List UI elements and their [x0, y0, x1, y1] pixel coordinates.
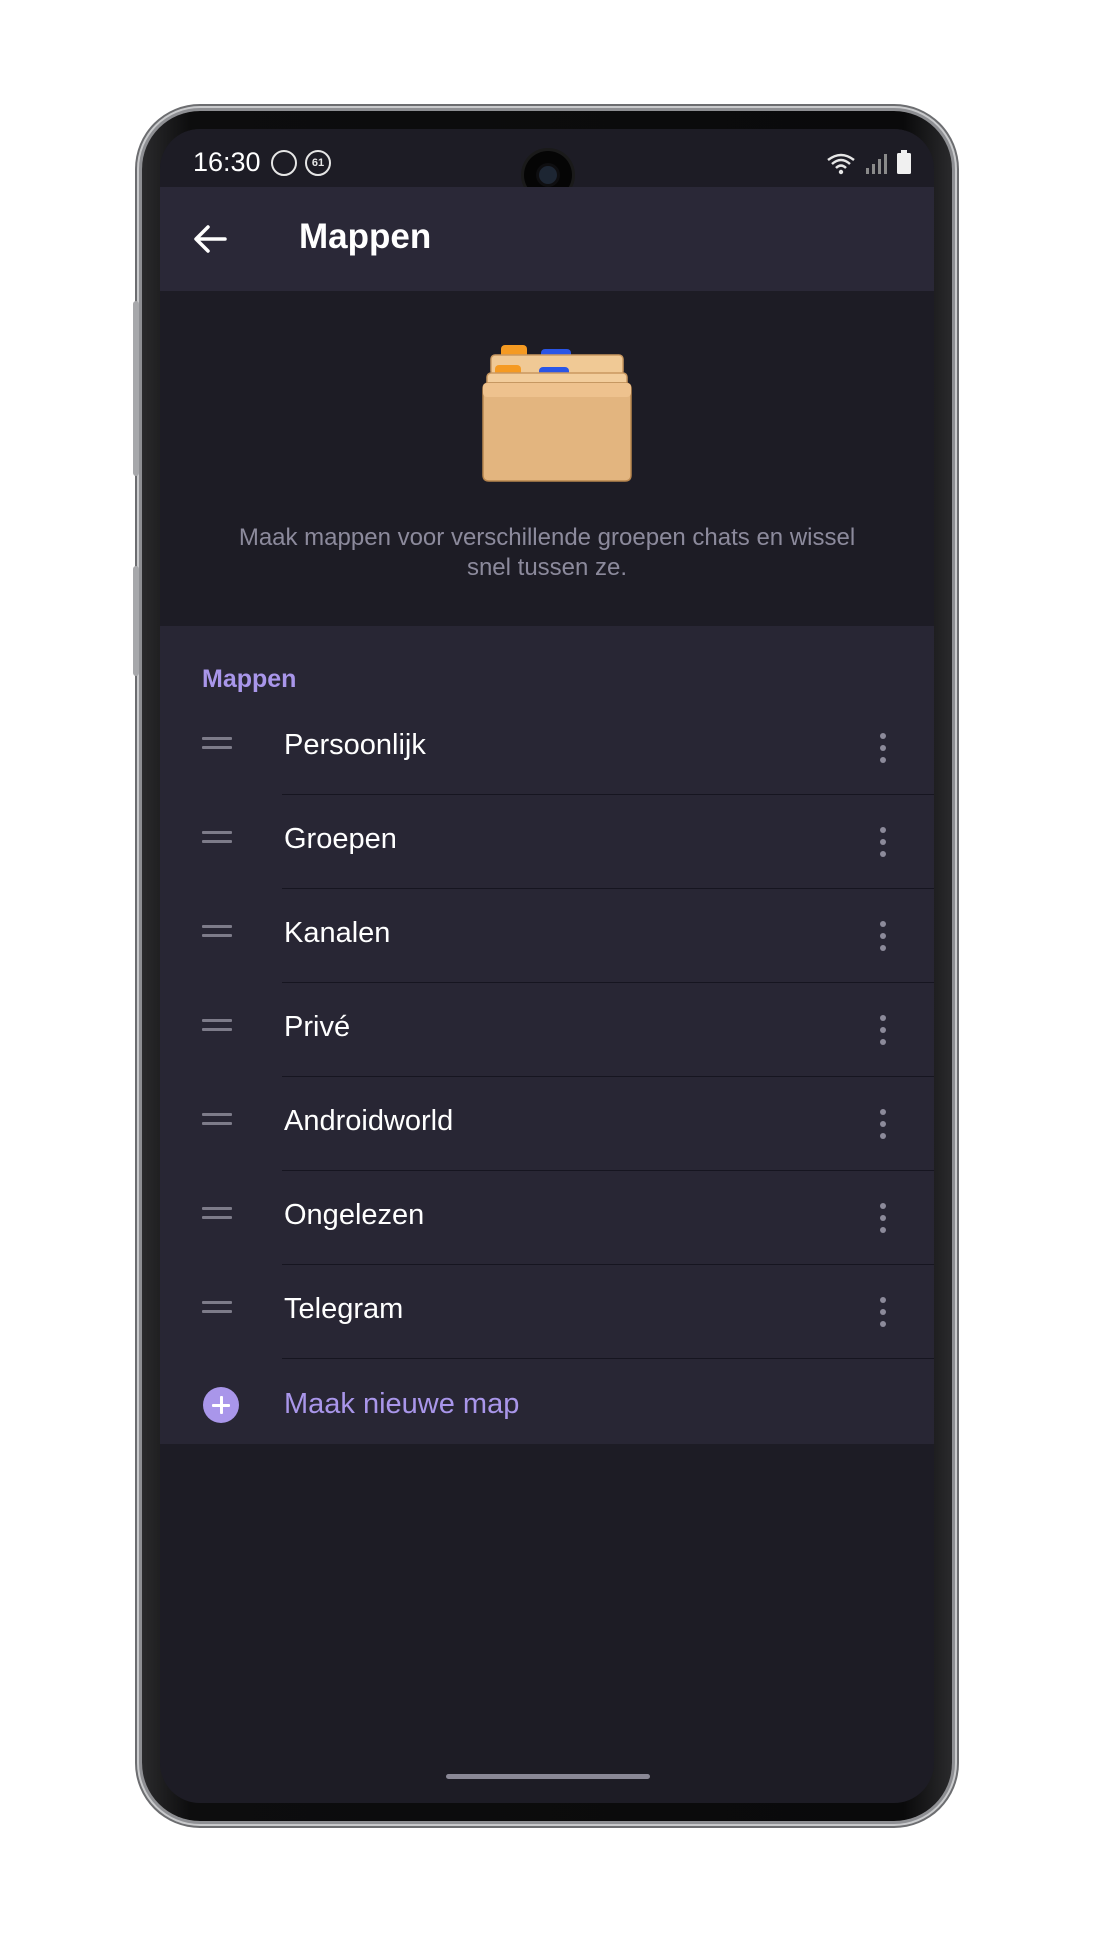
folder-item[interactable]: Privé — [160, 983, 934, 1077]
folder-list: Persoonlijk Groepen Kanalen Privé Androi… — [160, 701, 934, 1453]
status-time: 16:30 — [193, 147, 261, 177]
more-vertical-icon[interactable] — [877, 1195, 889, 1241]
sync-icon — [271, 150, 297, 176]
more-vertical-icon[interactable] — [877, 819, 889, 865]
plus-circle-icon — [203, 1387, 239, 1423]
drag-handle-icon[interactable] — [202, 1019, 232, 1041]
folder-item[interactable]: Telegram — [160, 1265, 934, 1359]
folders-description: Maak mappen voor verschillende groepen c… — [238, 524, 856, 581]
drag-handle-icon[interactable] — [202, 831, 232, 853]
battery-icon — [897, 150, 911, 174]
app-bar: Mappen — [160, 187, 934, 291]
create-folder-label: Maak nieuwe map — [284, 1388, 520, 1420]
arrow-left-icon — [194, 225, 227, 253]
folder-item[interactable]: Ongelezen — [160, 1171, 934, 1265]
drag-handle-icon[interactable] — [202, 737, 232, 759]
folder-name: Androidworld — [284, 1105, 454, 1137]
folder-name: Persoonlijk — [284, 729, 426, 761]
more-vertical-icon[interactable] — [877, 1007, 889, 1053]
folder-name: Privé — [284, 1011, 351, 1043]
drag-handle-icon[interactable] — [202, 1113, 232, 1135]
folder-name: Groepen — [284, 823, 397, 855]
drag-handle-icon[interactable] — [202, 1207, 232, 1229]
more-vertical-icon[interactable] — [877, 725, 889, 771]
notification-badge-icon: 61 — [305, 150, 331, 176]
folders-section: Mappen Persoonlijk Groepen Kanalen Privé… — [160, 626, 934, 1444]
more-vertical-icon[interactable] — [877, 1101, 889, 1147]
file-folders-icon — [482, 345, 632, 482]
folder-name: Ongelezen — [284, 1199, 425, 1231]
more-vertical-icon[interactable] — [877, 913, 889, 959]
folder-name: Kanalen — [284, 917, 391, 949]
folder-item[interactable]: Persoonlijk — [160, 701, 934, 795]
status-icons — [826, 149, 912, 175]
folder-item[interactable]: Kanalen — [160, 889, 934, 983]
folders-intro: Maak mappen voor verschillende groepen c… — [160, 291, 934, 626]
drag-handle-icon[interactable] — [202, 1301, 232, 1323]
signal-icon — [866, 154, 887, 174]
folder-name: Telegram — [284, 1293, 404, 1325]
phone-screen: 16:30 61 Mappen Maak mappen voor verschi… — [160, 129, 934, 1803]
more-vertical-icon[interactable] — [877, 1289, 889, 1335]
create-folder-button[interactable]: Maak nieuwe map — [160, 1359, 934, 1453]
volume-button — [133, 301, 139, 476]
home-indicator[interactable] — [446, 1774, 650, 1779]
folder-item[interactable]: Androidworld — [160, 1077, 934, 1171]
drag-handle-icon[interactable] — [202, 925, 232, 947]
back-button[interactable] — [186, 215, 234, 263]
power-button — [133, 566, 139, 676]
wifi-icon — [827, 153, 855, 175]
phone-frame: 16:30 61 Mappen Maak mappen voor verschi… — [133, 111, 952, 1821]
section-title: Mappen — [202, 665, 297, 693]
page-title: Mappen — [299, 217, 432, 256]
folder-item[interactable]: Groepen — [160, 795, 934, 889]
